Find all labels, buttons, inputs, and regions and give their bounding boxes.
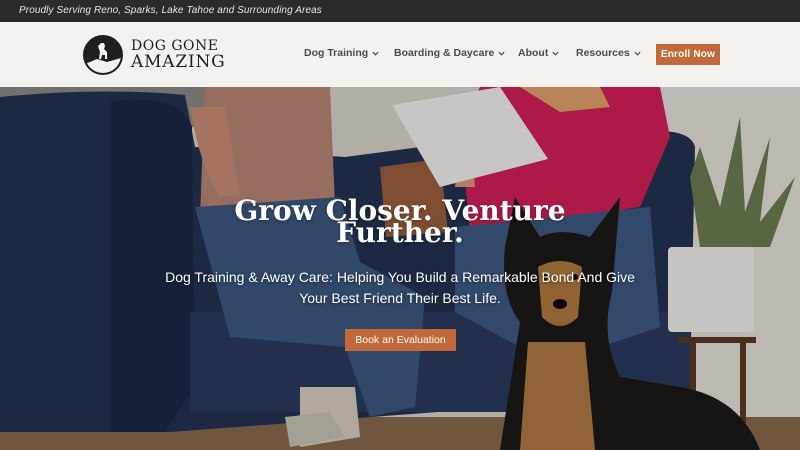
dog-logo-icon [83, 35, 123, 75]
nav-label: Resources [576, 47, 630, 59]
nav-label: Dog Training [304, 47, 369, 59]
hero-headline: Grow Closer. Venture Further. [234, 194, 566, 249]
hero-section: Grow Closer. Venture Further. Dog Traini… [0, 87, 800, 450]
primary-nav: Dog Training Boarding & Daycare About Re… [304, 47, 646, 59]
main-header: DOG GONE AMAZING Dog Training Boarding &… [0, 22, 800, 87]
chevron-down-icon [552, 51, 559, 56]
service-area-tagline: Proudly Serving Reno, Sparks, Lake Tahoe… [19, 5, 322, 16]
logo-line-2: AMAZING [131, 52, 226, 72]
nav-about[interactable]: About [518, 47, 576, 59]
enroll-now-button[interactable]: Enroll Now [656, 44, 720, 65]
nav-boarding-daycare[interactable]: Boarding & Daycare [394, 47, 518, 59]
site-logo[interactable]: DOG GONE AMAZING [83, 35, 226, 75]
nav-label: About [518, 47, 549, 59]
nav-resources[interactable]: Resources [576, 47, 646, 59]
hero-subheadline: Dog Training & Away Care: Helping You Bu… [165, 269, 635, 306]
chevron-down-icon [498, 51, 505, 56]
top-announcement-bar: Proudly Serving Reno, Sparks, Lake Tahoe… [0, 0, 800, 22]
nav-label: Boarding & Daycare [394, 47, 495, 59]
book-evaluation-button[interactable]: Book an Evaluation [345, 329, 456, 351]
logo-line-1: DOG GONE [131, 38, 219, 54]
chevron-down-icon [372, 51, 379, 56]
chevron-down-icon [634, 51, 641, 56]
nav-dog-training[interactable]: Dog Training [304, 47, 394, 59]
logo-wordmark: DOG GONE AMAZING [131, 39, 226, 71]
